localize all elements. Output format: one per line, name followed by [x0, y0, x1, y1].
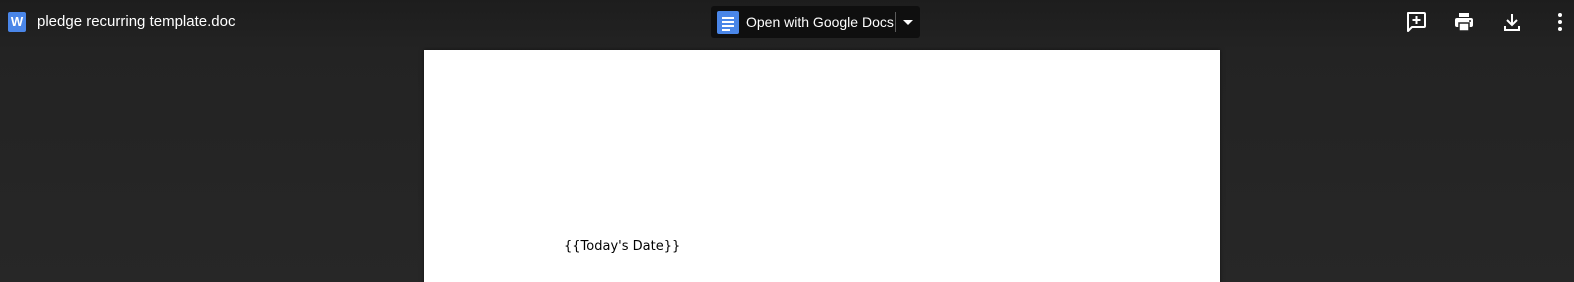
print-icon [1455, 13, 1473, 32]
chevron-down-icon [903, 20, 913, 25]
viewer-header: W pledge recurring template.doc Open wit… [0, 0, 1574, 46]
divider [895, 12, 896, 32]
open-with-label: Open with Google Docs [746, 14, 894, 30]
add-comment-button[interactable] [1405, 11, 1427, 33]
open-with-control: Open with Google Docs [711, 6, 920, 38]
print-button[interactable] [1453, 11, 1475, 33]
open-with-google-docs-button[interactable]: Open with Google Docs [711, 6, 895, 38]
add-comment-icon [1407, 12, 1426, 32]
more-options-button[interactable] [1550, 11, 1570, 33]
open-with-dropdown-button[interactable] [897, 6, 920, 38]
download-icon [1504, 14, 1520, 31]
date-placeholder-text: {{Today's Date}} [564, 239, 681, 254]
google-docs-icon [717, 11, 739, 34]
download-button[interactable] [1501, 11, 1523, 33]
file-viewer: W pledge recurring template.doc Open wit… [0, 0, 1574, 282]
word-file-icon: W [8, 12, 26, 32]
document-page: {{Today's Date}} [424, 50, 1220, 282]
more-vert-icon [1558, 13, 1562, 31]
file-name: pledge recurring template.doc [37, 13, 236, 30]
